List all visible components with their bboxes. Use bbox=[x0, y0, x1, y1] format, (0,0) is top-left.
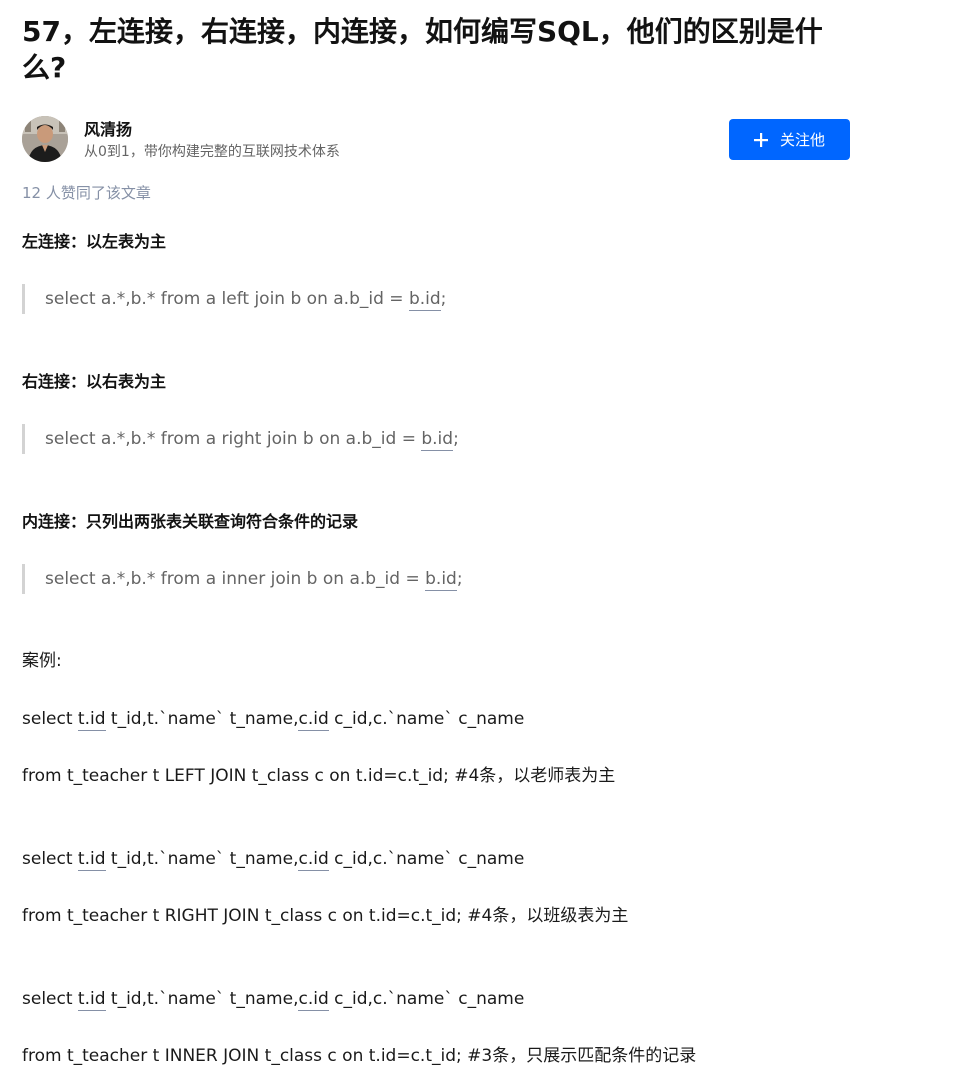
code-link[interactable]: t.id bbox=[77, 849, 106, 871]
from-line-right: from t_teacher t RIGHT JOIN t_class c on… bbox=[22, 906, 629, 926]
code-suffix: ; bbox=[440, 289, 447, 309]
select-line: select t.id t_id,t.`name` t_name,c.id c_… bbox=[22, 844, 852, 874]
follow-label: 关注他 bbox=[779, 131, 825, 149]
select-text: t_id,t.`name` t_name, bbox=[105, 709, 299, 729]
author-avatar[interactable] bbox=[22, 116, 68, 162]
article-title: 57，左连接，右连接，内连接，如何编写SQL，他们的区别是什么? bbox=[22, 15, 823, 84]
code-quote-inner-join: select a.*,b.* from a inner join b on a.… bbox=[22, 564, 852, 594]
select-text: t_id,t.`name` t_name, bbox=[105, 989, 299, 1009]
article-page: 57，左连接，右连接，内连接，如何编写SQL，他们的区别是什么? 风清扬 从0到… bbox=[0, 0, 954, 1080]
code-link[interactable]: b.id bbox=[421, 429, 454, 451]
author-name[interactable]: 风清扬 bbox=[84, 116, 132, 140]
select-text: select bbox=[22, 709, 78, 729]
select-line: select t.id t_id,t.`name` t_name,c.id c_… bbox=[22, 984, 852, 1014]
select-text: select bbox=[22, 849, 78, 869]
section-heading-inner-join: 内连接：只列出两张表关联查询符合条件的记录 bbox=[22, 512, 359, 531]
follow-button[interactable]: 关注他 bbox=[729, 119, 850, 160]
code-text: select a.*,b.* from a left join b on a.b… bbox=[45, 289, 409, 309]
select-line: select t.id t_id,t.`name` t_name,c.id c_… bbox=[22, 704, 852, 734]
select-text: select bbox=[22, 989, 78, 1009]
select-text: c_id,c.`name` c_name bbox=[328, 849, 525, 869]
from-line-left: from t_teacher t LEFT JOIN t_class c on … bbox=[22, 766, 616, 786]
code-suffix: ; bbox=[456, 569, 463, 589]
select-text: c_id,c.`name` c_name bbox=[328, 709, 525, 729]
select-text: c_id,c.`name` c_name bbox=[328, 989, 525, 1009]
avatar-image bbox=[22, 116, 68, 162]
code-text: select a.*,b.* from a right join b on a.… bbox=[45, 429, 422, 449]
code-quote-right-join: select a.*,b.* from a right join b on a.… bbox=[22, 424, 852, 454]
code-link[interactable]: c.id bbox=[298, 989, 329, 1011]
code-link[interactable]: b.id bbox=[425, 569, 457, 591]
code-suffix: ; bbox=[453, 429, 459, 449]
example-label: 案例: bbox=[22, 651, 62, 671]
from-line-inner: from t_teacher t INNER JOIN t_class c on… bbox=[22, 1046, 697, 1066]
code-link[interactable]: c.id bbox=[298, 849, 329, 871]
code-link[interactable]: c.id bbox=[298, 709, 329, 731]
code-link[interactable]: t.id bbox=[77, 709, 106, 731]
code-link[interactable]: t.id bbox=[77, 989, 106, 1011]
likes-count[interactable]: 12 人赞同了该文章 bbox=[22, 182, 151, 203]
author-info: 风清扬 从0到1，带你构建完整的互联网技术体系 关注他 bbox=[22, 116, 852, 166]
author-description: 从0到1，带你构建完整的互联网技术体系 bbox=[84, 144, 340, 160]
section-heading-left-join: 左连接：以左表为主 bbox=[22, 232, 167, 251]
section-heading-right-join: 右连接：以右表为主 bbox=[22, 372, 167, 391]
article-content: 左连接：以左表为主 select a.*,b.* from a left joi… bbox=[22, 228, 852, 1071]
select-text: t_id,t.`name` t_name, bbox=[105, 849, 299, 869]
code-link[interactable]: b.id bbox=[408, 289, 441, 311]
plus-icon bbox=[753, 132, 768, 147]
code-quote-left-join: select a.*,b.* from a left join b on a.b… bbox=[22, 284, 852, 314]
code-text: select a.*,b.* from a inner join b on a.… bbox=[45, 569, 426, 589]
